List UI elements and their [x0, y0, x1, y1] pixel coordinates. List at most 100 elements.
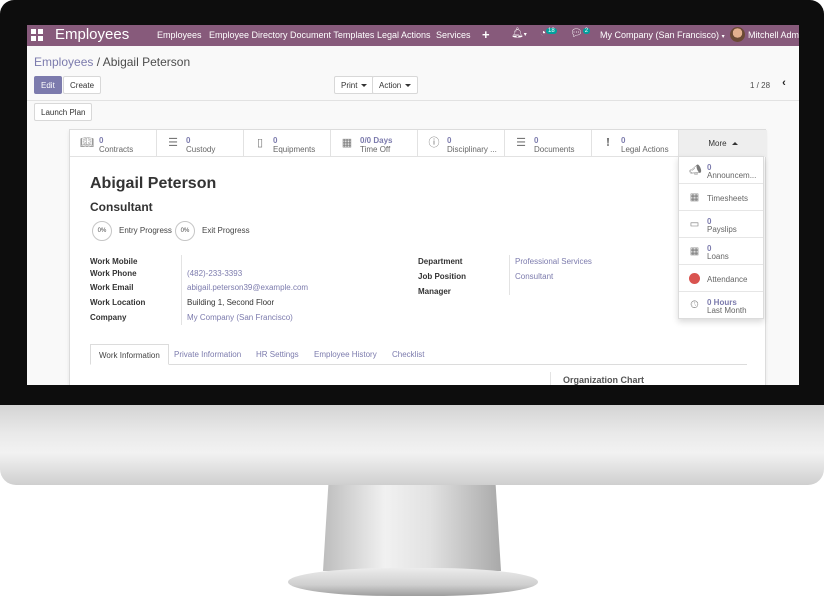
launch-plan-button[interactable]: Launch Plan: [34, 103, 93, 121]
tab-private-information[interactable]: Private Information: [166, 344, 249, 365]
menu-employee-directory[interactable]: Employee Directory: [209, 30, 288, 40]
user-name[interactable]: Mitchell Admin: [748, 30, 799, 40]
entry-progress-circle[interactable]: 0%: [92, 221, 112, 241]
form-tabs: Work Information Private Information HR …: [90, 344, 747, 365]
user-avatar[interactable]: [730, 27, 745, 42]
stat-button-disciplinary[interactable]: ⓘ 0 Disciplinary ...: [418, 130, 505, 157]
pager-next-button[interactable]: ›: [793, 75, 799, 93]
app-title[interactable]: Employees: [55, 26, 129, 43]
stat-button-time-off[interactable]: ▦ 0/0 Days Time Off: [331, 130, 418, 157]
print-button[interactable]: Print: [334, 76, 375, 94]
menu-document-templates[interactable]: Document Templates: [290, 30, 374, 40]
company-switcher[interactable]: My Company (San Francisco) ▾: [600, 30, 725, 40]
menu-services[interactable]: Services: [436, 30, 471, 40]
stat-button-legal-actions[interactable]: ❗︎ 0 Legal Actions: [592, 130, 679, 157]
more-button[interactable]: More: [679, 130, 767, 157]
list-icon: ☰: [168, 137, 178, 149]
menu-employees[interactable]: Employees: [157, 30, 202, 40]
work-location-value[interactable]: Building 1, Second Floor: [187, 298, 274, 307]
tab-work-information[interactable]: Work Information: [90, 344, 169, 365]
create-button[interactable]: Create: [63, 76, 102, 94]
entry-progress-label: Entry Progress: [119, 226, 172, 235]
menu-legal-actions[interactable]: Legal Actions: [377, 30, 431, 40]
pager-value[interactable]: 1 / 28: [750, 81, 770, 90]
stat-button-equipments[interactable]: ▯ 0 Equipments: [244, 130, 331, 157]
field-separator: [509, 255, 510, 295]
stat-label: Contracts: [99, 145, 134, 154]
more-item-label: Payslips: [707, 225, 737, 234]
stat-label: Equipments: [273, 145, 316, 154]
caret-down-icon: [405, 84, 412, 88]
caret-down-icon: [361, 84, 368, 88]
activity-clock-icon[interactable]: ◔ 18: [540, 28, 557, 39]
stat-button-documents[interactable]: ☰ 0 Documents: [505, 130, 592, 157]
activity-badge: 18: [546, 28, 557, 34]
monitor-stand-neck: [323, 485, 501, 571]
more-item-label: Attendance: [707, 275, 748, 284]
stat-button-custody[interactable]: ☰ 0 Custody: [157, 130, 244, 157]
work-email-value[interactable]: abigail.peterson39@example.com: [187, 283, 308, 292]
stat-value: 0: [186, 136, 191, 145]
stat-label: Legal Actions: [621, 145, 669, 154]
monitor-stand-base: [288, 568, 538, 596]
pager-previous-button[interactable]: ‹: [775, 75, 793, 93]
monitor-chin: [0, 405, 824, 485]
exclamation-icon: ❗︎: [606, 137, 610, 149]
clock-icon: 🕓︎: [690, 300, 699, 311]
work-location-label: Work Location: [90, 298, 146, 307]
breadcrumb-employees[interactable]: Employees: [34, 55, 93, 69]
exit-progress-circle[interactable]: 0%: [175, 221, 195, 241]
company-label: Company: [90, 313, 127, 322]
calendar-icon: ▦: [689, 246, 700, 257]
employee-name: Abigail Peterson: [90, 175, 217, 192]
more-item-timesheets[interactable]: ▦ Timesheets: [679, 184, 763, 211]
bell-icon[interactable]: 🔔︎▾: [511, 28, 527, 39]
work-phone-value[interactable]: (482)-233-3393: [187, 269, 242, 278]
tab-checklist[interactable]: Checklist: [384, 344, 432, 365]
org-chart-separator: [550, 372, 551, 385]
company-value[interactable]: My Company (San Francisco): [187, 313, 293, 322]
exit-progress-label: Exit Progress: [202, 226, 250, 235]
stat-button-contracts[interactable]: 📖︎ 0 Contracts: [70, 130, 157, 157]
stat-value: 0: [273, 136, 278, 145]
edit-button[interactable]: Edit: [34, 76, 62, 94]
job-position-label: Job Position: [418, 272, 466, 281]
org-chart-title: Organization Chart: [563, 375, 645, 385]
stat-button-box: 📖︎ 0 Contracts ☰ 0 Custody ▯ 0 Equipment…: [70, 130, 767, 157]
breadcrumb: Employees / Abigail Peterson: [34, 55, 190, 69]
mobile-icon: ▯: [256, 137, 264, 149]
department-value[interactable]: Professional Services: [515, 257, 592, 266]
work-phone-label: Work Phone: [90, 269, 137, 278]
stat-label: Time Off: [360, 145, 391, 154]
action-label: Action: [379, 81, 402, 90]
more-item-label: Announcem...: [707, 171, 757, 180]
info-icon: ⓘ: [428, 137, 440, 149]
action-button[interactable]: Action: [372, 76, 419, 94]
more-item-label: Last Month: [707, 306, 747, 315]
attendance-status-icon: [689, 273, 700, 284]
print-label: Print: [341, 81, 358, 90]
tab-hr-settings[interactable]: HR Settings: [248, 344, 307, 365]
more-item-loans[interactable]: ▦ 0 Loans: [679, 238, 763, 265]
bullhorn-icon: 📣︎: [689, 165, 702, 176]
tab-employee-history[interactable]: Employee History: [306, 344, 385, 365]
more-item-attendance[interactable]: Attendance: [679, 265, 763, 292]
job-position-value[interactable]: Consultant: [515, 272, 553, 281]
stat-label: Documents: [534, 145, 575, 154]
more-item-label: Timesheets: [707, 194, 749, 203]
company-name: My Company (San Francisco): [600, 30, 720, 40]
apps-menu-icon[interactable]: [31, 29, 43, 41]
stat-label: Disciplinary ...: [447, 145, 497, 154]
form-sheet: 📖︎ 0 Contracts ☰ 0 Custody ▯ 0 Equipment…: [69, 129, 767, 385]
more-item-hours[interactable]: 🕓︎ 0 Hours Last Month: [679, 292, 763, 319]
messages-icon[interactable]: 💬︎ 2: [570, 28, 591, 39]
quick-create-icon[interactable]: +: [482, 27, 490, 42]
caret-up-icon: [731, 142, 738, 146]
stat-value: 0: [621, 136, 626, 145]
more-item-payslips[interactable]: ▭ 0 Payslips: [679, 211, 763, 238]
calendar-icon: ▦: [341, 137, 353, 149]
more-item-label: Loans: [707, 252, 729, 261]
more-item-announcements[interactable]: 📣︎ 0 Announcem...: [679, 157, 763, 184]
stat-value: 0: [99, 136, 104, 145]
work-email-label: Work Email: [90, 283, 134, 292]
